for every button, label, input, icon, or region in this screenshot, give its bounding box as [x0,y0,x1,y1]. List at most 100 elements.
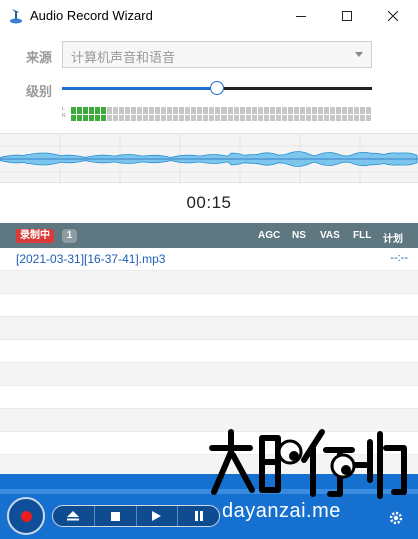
vu-segment [209,114,215,121]
vu-segment [191,107,197,114]
vu-segment [305,114,311,121]
vu-segment [149,114,155,121]
eject-button[interactable] [53,506,95,526]
vu-segment [287,107,293,114]
vu-segment [173,114,179,121]
vu-segment [299,107,305,114]
settings-button[interactable] [385,507,407,529]
play-icon [152,511,162,521]
column-fll[interactable]: FLL [353,230,371,241]
vu-segment [83,114,89,121]
play-button[interactable] [137,506,179,526]
vu-segment [311,107,317,114]
empty-row [0,271,418,294]
recording-timer: 00:15 [186,193,232,212]
vu-segment [353,107,359,114]
vu-segment [155,107,161,114]
vu-segment [335,107,341,114]
minimize-icon [296,16,306,17]
vu-channel-left: L [62,106,65,112]
stop-button[interactable] [95,506,137,526]
vu-segment [101,114,107,121]
list-header: 录制中 1 AGC NS VAS FLL 计划 [0,223,418,248]
vu-segment [335,114,341,121]
vu-segment [161,107,167,114]
vu-segment [179,107,185,114]
empty-row [0,363,418,386]
level-slider-thumb[interactable] [210,81,224,95]
column-ns[interactable]: NS [292,230,306,241]
vu-segment [281,114,287,121]
column-agc[interactable]: AGC [258,230,280,241]
vu-segment [137,114,143,121]
title-bar: Audio Record Wizard [0,0,418,32]
vu-segment [221,114,227,121]
column-vas[interactable]: VAS [320,230,340,241]
vu-segment [167,114,173,121]
gear-icon [389,511,403,525]
vu-segment [149,107,155,114]
record-button[interactable] [7,497,45,535]
empty-row [0,386,418,409]
vu-meter: L R [62,106,372,122]
vu-segment [179,114,185,121]
vu-meter-grid [71,107,371,121]
vu-segment [329,114,335,121]
empty-row [0,294,418,317]
level-slider[interactable] [62,81,372,95]
waveform-graph [0,134,418,184]
app-icon [10,9,22,24]
vu-segment [341,107,347,114]
vu-segment [89,107,95,114]
vu-segment [95,107,101,114]
vu-segment [353,114,359,121]
vu-segment [143,107,149,114]
vu-segment [347,107,353,114]
vu-segment [83,107,89,114]
vu-segment [311,114,317,121]
close-button[interactable] [370,0,416,32]
vu-segment [323,114,329,121]
vu-segment [359,107,365,114]
vu-segment [155,114,161,121]
vu-segment [245,107,251,114]
vu-segment [299,114,305,121]
close-icon [388,11,398,21]
vu-segment [89,114,95,121]
vu-segment [107,114,113,121]
vu-segment [233,107,239,114]
source-dropdown[interactable]: 计算机声音和语音 [62,41,372,68]
vu-segment [269,114,275,121]
vu-segment [119,107,125,114]
empty-row [0,340,418,363]
vu-channel-labels: L R [62,106,66,120]
column-schedule[interactable]: 计划 [383,230,403,245]
vu-channel-right: R [62,113,66,119]
vu-segment [305,107,311,114]
control-bar-strip [0,489,418,494]
level-label: 级别 [26,84,53,99]
stop-icon [110,511,120,521]
vu-segment [329,107,335,114]
window-title: Audio Record Wizard [30,8,153,23]
vu-segment [107,107,113,114]
vu-segment [365,107,371,114]
list-item[interactable]: [2021-03-31][16-37-41].mp3 --:-- [0,248,418,271]
vu-segment [269,107,275,114]
vu-segment [263,107,269,114]
vu-segment [251,107,257,114]
empty-row [0,409,418,432]
vu-segment [293,114,299,121]
source-selected-value: 计算机声音和语音 [71,50,176,65]
vu-segment [185,107,191,114]
vu-segment [287,114,293,121]
vu-segment [71,107,77,114]
recording-file-name: [2021-03-31][16-37-41].mp3 [16,252,166,266]
vu-segment [215,107,221,114]
vu-segment [359,114,365,121]
maximize-button[interactable] [324,0,370,32]
vu-segment [197,107,203,114]
vu-segment [365,114,371,121]
pause-button[interactable] [178,506,219,526]
minimize-button[interactable] [278,0,324,32]
